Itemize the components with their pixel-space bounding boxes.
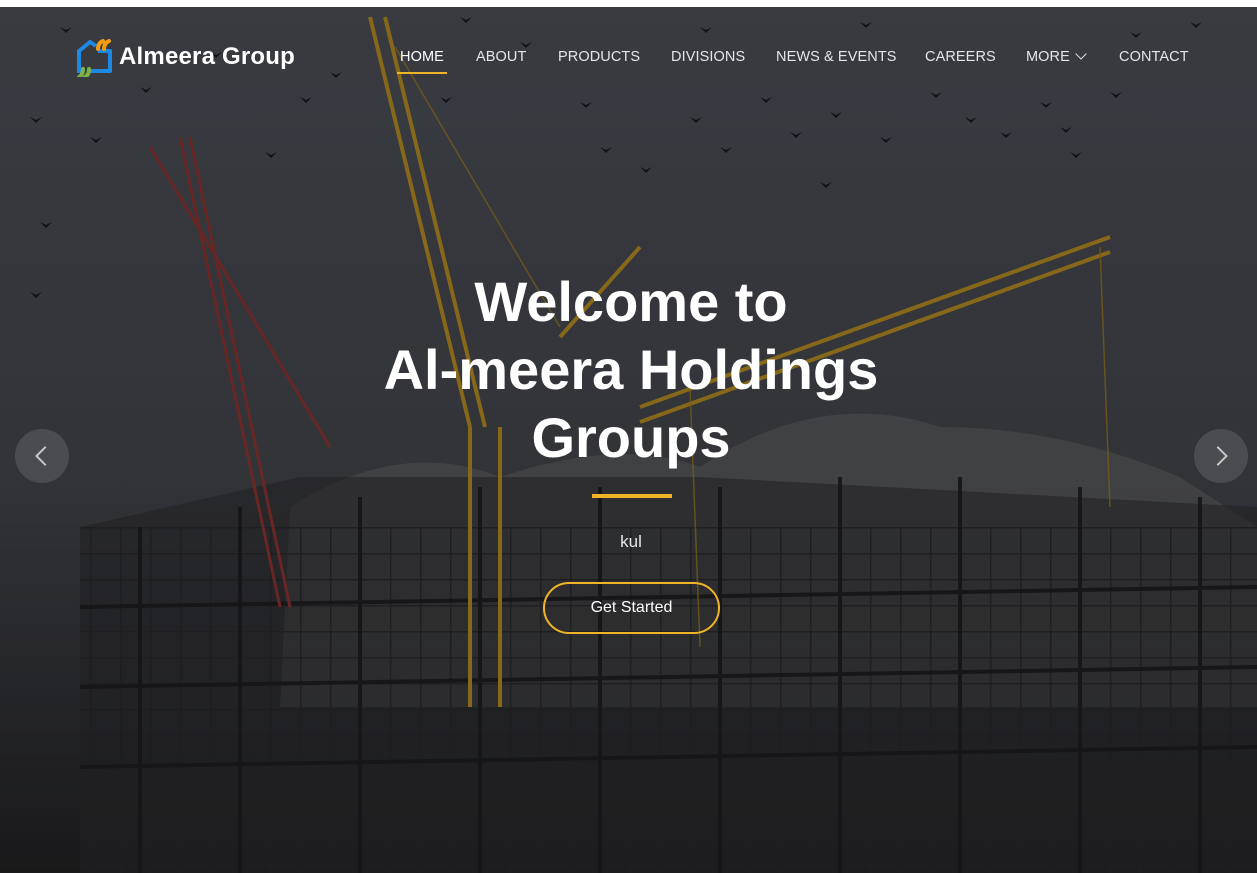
- hero-divider: [592, 494, 672, 498]
- nav-item-more[interactable]: MORE: [1026, 48, 1087, 65]
- chevron-down-icon: [1075, 48, 1087, 60]
- page: Almeera Group HOME ABOUT PRODUCTS DIVISI…: [0, 0, 1257, 873]
- nav-item-label: ABOUT: [476, 49, 527, 65]
- hero-title-line: Al-meera Holdings: [383, 338, 879, 401]
- brand-name: Almeera Group: [119, 43, 295, 70]
- nav-item-about[interactable]: ABOUT: [476, 49, 526, 65]
- nav-item-contact[interactable]: CONTACT: [1119, 49, 1189, 65]
- nav-item-products[interactable]: PRODUCTS: [558, 49, 640, 65]
- nav-item-home[interactable]: HOME: [397, 49, 447, 74]
- carousel-next-button[interactable]: [1194, 429, 1248, 483]
- nav-item-news-events[interactable]: NEWS & EVENTS: [776, 49, 897, 65]
- hero-title-line: Groups: [531, 406, 731, 469]
- nav-item-label: HOME: [400, 49, 444, 65]
- hero-title-line: Welcome to: [474, 270, 788, 333]
- brand-logo[interactable]: Almeera Group: [76, 37, 295, 79]
- active-nav-indicator: [397, 72, 447, 74]
- nav-item-label: CAREERS: [925, 49, 996, 65]
- hero-subtitle: kul: [620, 532, 642, 551]
- nav-item-label: MORE: [1026, 49, 1070, 65]
- chevron-left-icon: [35, 446, 55, 466]
- nav-item-divisions[interactable]: DIVISIONS: [671, 49, 745, 65]
- almeera-logo-icon: [76, 37, 114, 79]
- hero-title: Welcome to Al-meera Holdings Groups: [328, 268, 934, 472]
- nav-item-label: DIVISIONS: [671, 49, 746, 65]
- get-started-label: Get Started: [590, 599, 673, 616]
- nav-item-label: PRODUCTS: [558, 49, 641, 65]
- nav-item-careers[interactable]: CAREERS: [925, 49, 996, 65]
- carousel-prev-button[interactable]: [15, 429, 69, 483]
- site-header: Almeera Group HOME ABOUT PRODUCTS DIVISI…: [0, 7, 1257, 97]
- nav-item-label: NEWS & EVENTS: [776, 49, 897, 65]
- nav-item-label: CONTACT: [1119, 49, 1189, 65]
- top-strip: [0, 0, 1257, 7]
- get-started-button[interactable]: Get Started: [543, 582, 720, 634]
- chevron-right-icon: [1208, 446, 1228, 466]
